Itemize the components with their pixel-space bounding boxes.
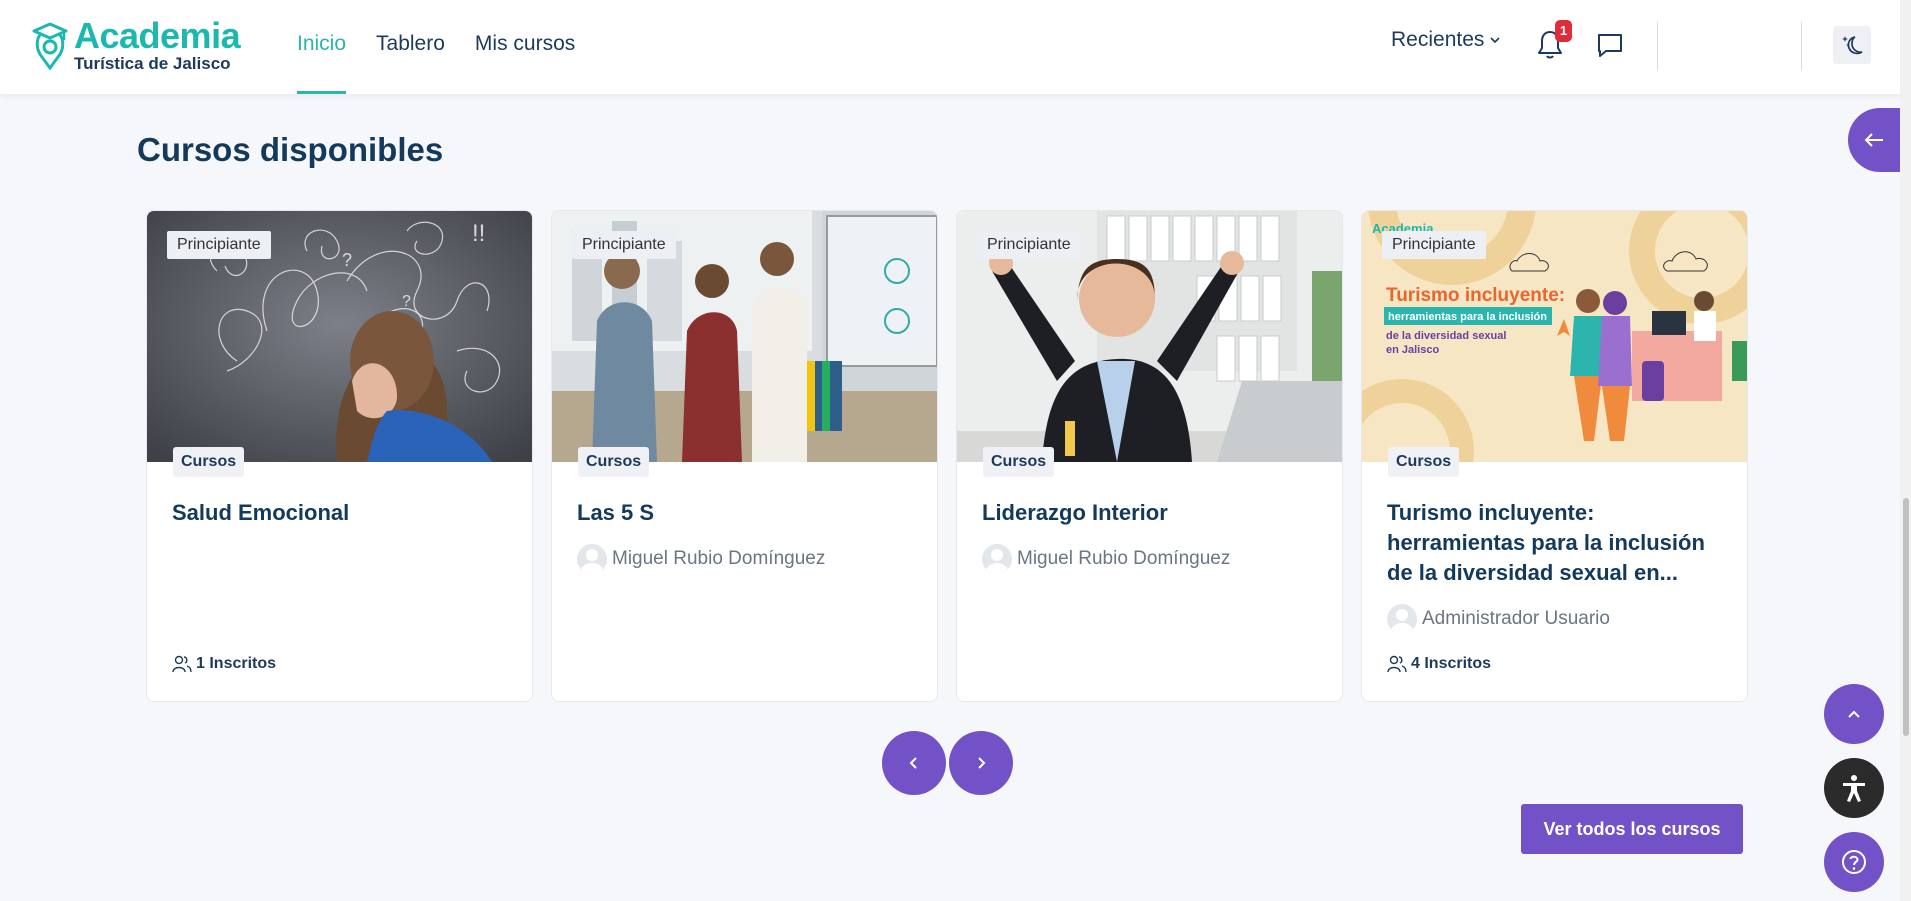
course-title[interactable]: Liderazgo Interior [982,498,1322,528]
course-card[interactable]: Principiante Cursos Las 5 S Miguel Rubio… [551,210,938,702]
course-title[interactable]: Las 5 S [577,498,917,528]
instructor-name: Miguel Rubio Domínguez [1017,548,1231,569]
carousel-prev-button[interactable] [882,731,946,795]
image-subtitle: herramientas para la inclusión [1388,311,1547,323]
arrow-left-icon [1864,133,1883,147]
enrolled-count: 1 Inscritos [172,655,276,673]
avatar [577,544,607,574]
nav-item-tablero[interactable]: Tablero [376,0,445,94]
level-badge: Principiante [167,231,271,259]
top-navbar: Academia Turística de Jalisco Inicio Tab… [0,0,1900,94]
level-badge: Principiante [977,231,1081,259]
accessibility-button[interactable] [1824,758,1884,818]
theme-toggle-button[interactable] [1833,26,1871,64]
category-badge: Cursos [578,447,650,477]
course-card[interactable]: Principiante Cursos Liderazgo Interior M… [956,210,1343,702]
chevron-right-icon [978,757,986,769]
image-headline: Turismo incluyente: [1386,285,1565,306]
image-subtitle: de la diversidad sexual [1386,330,1506,342]
course-title[interactable]: Salud Emocional [172,498,512,528]
svg-text:?: ? [342,250,352,270]
level-badge: Principiante [1382,231,1486,259]
drawer-toggle-button[interactable] [1848,108,1900,172]
logo-subtitle: Turística de Jalisco [74,54,231,73]
accessibility-icon [1843,775,1865,802]
category-badge: Cursos [1388,447,1460,477]
chevron-left-icon [909,757,917,769]
scrollbar-thumb[interactable] [1903,498,1909,736]
divider [1801,22,1802,70]
instructor[interactable]: Miguel Rubio Domínguez [577,544,825,574]
instructor-name: Miguel Rubio Domínguez [612,548,826,569]
level-badge: Principiante [572,231,676,259]
instructor[interactable]: Administrador Usuario [1387,604,1610,634]
avatar [1387,604,1417,634]
help-button[interactable] [1824,832,1884,892]
carousel-next-button[interactable] [949,731,1013,795]
view-all-courses-button[interactable]: Ver todos los cursos [1521,804,1743,854]
course-card[interactable]: Academia Turismo incluyente: herramienta… [1361,210,1748,702]
image-subtitle: en Jalisco [1386,344,1439,356]
enrolled-count: 4 Inscritos [1387,655,1491,673]
course-card[interactable]: !! ? ? Principiante Cursos Salud Emocion… [146,210,533,702]
instructor[interactable]: Miguel Rubio Domínguez [982,544,1230,574]
section-title: Cursos disponibles [137,131,444,168]
nav-item-inicio[interactable]: Inicio [297,0,347,94]
chevron-up-icon [1848,710,1860,718]
moon-stars-icon [1842,36,1863,55]
category-badge: Cursos [983,447,1055,477]
notification-count-badge: 1 [1555,20,1572,42]
academia-logo-icon [32,22,68,71]
svg-text:?: ? [402,293,411,310]
logo-title: Academia [74,15,241,56]
question-icon [1842,850,1866,874]
page-scrollbar[interactable] [1900,0,1911,901]
nav-item-mis-cursos[interactable]: Mis cursos [475,0,575,94]
main-nav: Inicio Tablero Mis cursos [297,0,605,94]
enrolled-label: 1 Inscritos [196,655,277,672]
scroll-to-top-button[interactable] [1824,684,1884,744]
course-title[interactable]: Turismo incluyente: herramientas para la… [1387,498,1727,588]
users-icon [172,655,192,673]
site-logo[interactable]: Academia Turística de Jalisco [32,15,241,73]
svg-text:!!: !! [472,220,485,247]
chat-icon[interactable] [1595,30,1625,60]
chevron-down-icon [1490,37,1500,44]
divider [1657,22,1658,70]
recientes-dropdown[interactable]: Recientes [1391,28,1501,52]
category-badge: Cursos [173,447,245,477]
enrolled-label: 4 Inscritos [1411,655,1492,672]
instructor-name: Administrador Usuario [1422,608,1610,629]
users-icon [1387,655,1407,673]
avatar [982,544,1012,574]
recientes-label: Recientes [1391,28,1485,51]
